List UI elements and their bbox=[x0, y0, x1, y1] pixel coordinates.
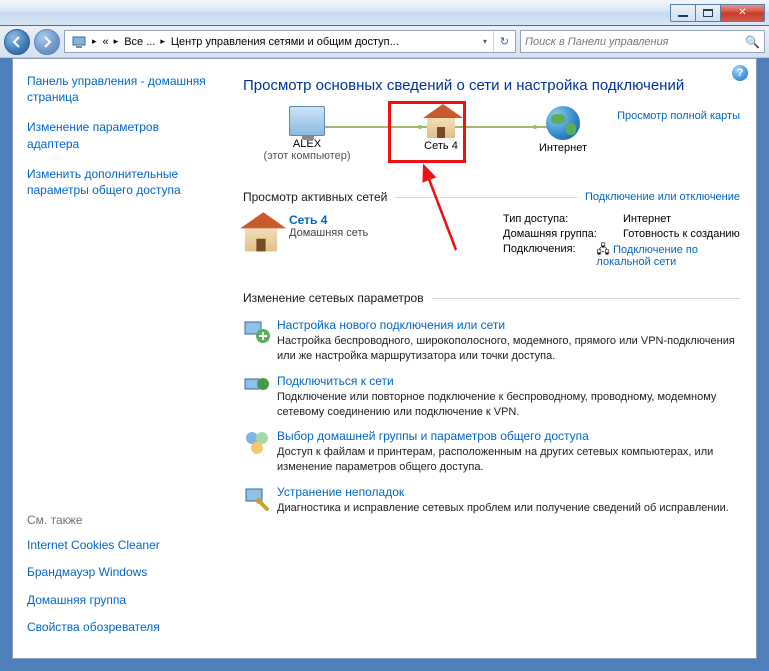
sidebar: Панель управления - домашняя страница Из… bbox=[13, 59, 219, 658]
new-connection-icon bbox=[243, 318, 277, 364]
active-networks-header: Просмотр активных сетей Подключение или … bbox=[243, 190, 740, 207]
close-button[interactable]: ✕ bbox=[720, 4, 765, 22]
prop-key: Тип доступа: bbox=[503, 213, 623, 225]
globe-icon bbox=[546, 106, 580, 140]
task-new-connection: Настройка нового подключения или сети Нас… bbox=[243, 318, 740, 364]
task-desc: Подключение или повторное подключение к … bbox=[277, 390, 740, 420]
active-network-row: Сеть 4 Домашняя сеть Тип доступа:Интерне… bbox=[243, 207, 740, 281]
task-desc: Доступ к файлам и принтерам, расположенн… bbox=[277, 445, 740, 475]
address-dropdown[interactable]: ▾ bbox=[477, 37, 493, 46]
lan-icon: 🖧 bbox=[596, 242, 613, 256]
page-title: Просмотр основных сведений о сети и наст… bbox=[243, 77, 740, 94]
section-label: Изменение сетевых параметров bbox=[243, 291, 424, 305]
nav-bar: ▸ « ▸ Все ... ▸ Центр управления сетями … bbox=[0, 26, 769, 58]
prop-val: 🖧 Подключение по локальной сети bbox=[596, 243, 740, 268]
connect-disconnect-link[interactable]: Подключение или отключение bbox=[585, 191, 740, 203]
crumb-root[interactable]: « bbox=[97, 31, 111, 52]
task-troubleshoot: Устранение неполадок Диагностика и исправ… bbox=[243, 485, 740, 519]
house-icon bbox=[240, 215, 281, 252]
node-label: Сеть 4 bbox=[391, 140, 491, 152]
main-content: Просмотр основных сведений о сети и наст… bbox=[219, 59, 756, 658]
node-this-pc[interactable]: ALEX (этот компьютер) bbox=[257, 106, 357, 162]
house-icon bbox=[423, 106, 459, 138]
sidebar-adapter[interactable]: Изменение параметров адаптера bbox=[27, 119, 209, 151]
maximize-button[interactable] bbox=[695, 4, 721, 22]
crumb-icon bbox=[65, 31, 89, 52]
task-link[interactable]: Подключиться к сети bbox=[277, 374, 394, 388]
task-desc: Настройка беспроводного, широкополосного… bbox=[277, 334, 740, 364]
see-also-icc[interactable]: Internet Cookies Cleaner bbox=[27, 537, 209, 553]
crumb-all[interactable]: Все ... bbox=[118, 31, 157, 52]
network-type: Домашняя сеть bbox=[289, 227, 368, 239]
task-link[interactable]: Выбор домашней группы и параметров общег… bbox=[277, 429, 589, 443]
homegroup-link[interactable]: Готовность к созданию bbox=[623, 228, 740, 240]
task-link[interactable]: Настройка нового подключения или сети bbox=[277, 318, 505, 332]
see-also-firewall[interactable]: Брандмауэр Windows bbox=[27, 564, 209, 580]
connect-icon bbox=[243, 374, 277, 420]
node-label: Интернет bbox=[513, 142, 613, 154]
refresh-button[interactable]: ↻ bbox=[493, 31, 515, 52]
change-settings-header: Изменение сетевых параметров bbox=[243, 291, 740, 308]
content-container: ? Панель управления - домашняя страница … bbox=[12, 58, 757, 659]
search-box[interactable]: 🔍 bbox=[520, 30, 765, 53]
prop-key: Подключения: bbox=[503, 243, 596, 268]
chevron-icon: ▸ bbox=[157, 36, 165, 47]
see-also: См. также Internet Cookies Cleaner Бранд… bbox=[27, 513, 209, 646]
network-props: Тип доступа:Интернет Домашняя группа:Гот… bbox=[503, 213, 740, 271]
address-bar[interactable]: ▸ « ▸ Все ... ▸ Центр управления сетями … bbox=[64, 30, 516, 53]
see-also-homegroup[interactable]: Домашняя группа bbox=[27, 592, 209, 608]
sidebar-home[interactable]: Панель управления - домашняя страница bbox=[27, 73, 209, 105]
prop-val: Интернет bbox=[623, 213, 671, 225]
chevron-icon: ▸ bbox=[111, 36, 119, 47]
troubleshoot-icon bbox=[243, 485, 277, 519]
search-icon: 🔍 bbox=[745, 35, 760, 49]
window-titlebar: ✕ bbox=[0, 0, 769, 26]
minimize-button[interactable] bbox=[670, 4, 696, 22]
node-internet[interactable]: Интернет bbox=[513, 106, 613, 154]
monitor-icon bbox=[289, 106, 325, 136]
see-also-header: См. также bbox=[27, 513, 209, 527]
full-map-link[interactable]: Просмотр полной карты bbox=[617, 110, 740, 122]
task-desc: Диагностика и исправление сетевых пробле… bbox=[277, 501, 729, 516]
task-connect: Подключиться к сети Подключение или повто… bbox=[243, 374, 740, 420]
back-button[interactable] bbox=[4, 29, 30, 55]
task-link[interactable]: Устранение неполадок bbox=[277, 485, 404, 499]
see-also-browser[interactable]: Свойства обозревателя bbox=[27, 619, 209, 635]
task-list: Настройка нового подключения или сети Нас… bbox=[243, 318, 740, 519]
prop-key: Домашняя группа: bbox=[503, 228, 623, 240]
network-name-link[interactable]: Сеть 4 bbox=[289, 213, 327, 227]
search-input[interactable] bbox=[525, 36, 745, 48]
section-label: Просмотр активных сетей bbox=[243, 190, 387, 204]
chevron-icon: ▸ bbox=[89, 36, 97, 47]
node-network[interactable]: Сеть 4 bbox=[391, 106, 491, 152]
crumb-current[interactable]: Центр управления сетями и общим доступ..… bbox=[165, 31, 401, 52]
task-homegroup: Выбор домашней группы и параметров общег… bbox=[243, 429, 740, 475]
network-map: Просмотр полной карты ALEX (этот компьют… bbox=[243, 106, 740, 186]
homegroup-icon bbox=[243, 429, 277, 475]
forward-button[interactable] bbox=[34, 29, 60, 55]
node-sublabel: (этот компьютер) bbox=[257, 150, 357, 162]
sidebar-sharing[interactable]: Изменить дополнительные параметры общего… bbox=[27, 166, 209, 198]
